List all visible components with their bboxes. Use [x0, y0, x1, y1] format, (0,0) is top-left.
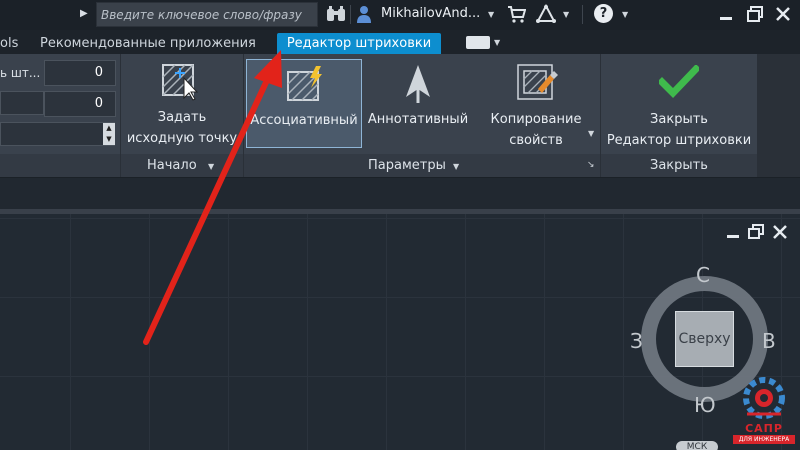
logo-text: САПР — [745, 422, 783, 435]
set-origin-label-2: исходную точку — [126, 131, 238, 146]
ribbon-minimize-toggle[interactable] — [466, 36, 490, 49]
compass-west[interactable]: З — [630, 329, 643, 353]
close-icon[interactable] — [774, 5, 792, 23]
title-bar: ▶ Введите ключевое слово/фразу Mikhailov… — [0, 0, 800, 30]
annotative-button[interactable]: Аннотативный — [364, 59, 472, 148]
annotative-icon — [406, 65, 430, 103]
match-properties-label-1: Копирование — [490, 112, 582, 127]
associative-label: Ассоциативный — [250, 113, 358, 128]
compass-east[interactable]: В — [762, 329, 776, 353]
chevron-down-icon[interactable]: ▼ — [588, 129, 594, 138]
set-origin-label-1: Задать — [157, 110, 207, 125]
chevron-down-icon[interactable]: ▼ — [453, 162, 459, 171]
logo-subtext: ДЛЯ ИНЖЕНЕРА — [733, 435, 795, 444]
close-hatch-editor-button[interactable]: Закрыть Редактор штриховки — [602, 59, 756, 148]
tab-tools[interactable]: ols — [0, 33, 18, 54]
help-icon[interactable]: ? — [594, 4, 613, 23]
hatch-spacing-field[interactable] — [0, 122, 115, 146]
set-origin-icon — [162, 64, 199, 101]
close-panel-label: Закрыть — [650, 158, 708, 173]
tab-recommended-apps[interactable]: Рекомендованные приложения — [40, 33, 256, 54]
viewport-minimize-icon[interactable] — [726, 226, 740, 240]
hatch-field-left[interactable] — [0, 91, 44, 115]
a360-icon[interactable] — [536, 4, 556, 24]
viewport-restore-icon[interactable] — [748, 224, 764, 240]
compass-north[interactable]: С — [696, 263, 710, 287]
chevron-down-icon[interactable]: ▼ — [488, 10, 494, 19]
checkmark-icon — [659, 65, 699, 99]
ribbon-empty-area — [757, 54, 800, 177]
toolbar-separator — [350, 5, 351, 24]
binoculars-icon[interactable] — [326, 6, 346, 22]
search-expand-arrow-icon[interactable]: ▶ — [80, 8, 88, 19]
hatch-angle-field[interactable]: 0 — [44, 91, 116, 117]
associative-icon — [287, 66, 322, 101]
search-placeholder: Введите ключевое слово/фразу — [101, 8, 302, 22]
chevron-down-icon[interactable]: ▼ — [494, 38, 500, 47]
spinner-control[interactable]: ▲ ▼ — [103, 123, 115, 145]
user-icon[interactable] — [356, 5, 372, 23]
ribbon-tab-strip: ols Рекомендованные приложения Редактор … — [0, 30, 800, 54]
annotative-label: Аннотативный — [367, 112, 469, 127]
close-label-1: Закрыть — [650, 112, 708, 127]
origin-panel-label[interactable]: Начало — [147, 158, 197, 173]
viewcube-top-face[interactable]: Сверху — [675, 311, 734, 367]
file-tab-bar — [0, 177, 800, 211]
hatch-scale-field[interactable]: 0 — [44, 60, 116, 86]
associative-button[interactable]: Ассоциативный — [246, 59, 362, 148]
chevron-down-icon[interactable]: ▼ — [208, 162, 214, 171]
chevron-down-icon[interactable]: ▼ — [622, 10, 628, 19]
hatch-scale-label: ь шт... — [0, 66, 41, 80]
tab-hatch-editor[interactable]: Редактор штриховки — [277, 33, 441, 54]
close-label-2: Редактор штриховки — [606, 133, 752, 148]
match-properties-icon — [517, 64, 558, 100]
search-input[interactable]: Введите ключевое слово/фразу — [96, 2, 318, 27]
compass-south[interactable]: Ю — [694, 393, 716, 417]
set-origin-button[interactable]: Задать исходную точку — [122, 58, 242, 150]
options-panel-label[interactable]: Параметры — [368, 158, 446, 173]
dialog-launcher-icon[interactable]: ↘ — [587, 160, 595, 170]
match-properties-label-2: свойств — [509, 133, 563, 148]
ribbon-panel-area: ь шт... 0 0 ▲ ▼ Задать исходную точку Нач… — [0, 54, 800, 177]
minimize-icon[interactable] — [718, 6, 734, 22]
toolbar-separator — [582, 5, 583, 24]
match-properties-button[interactable]: Копирование свойств ▼ — [476, 59, 598, 148]
cart-icon[interactable] — [508, 6, 526, 23]
user-name[interactable]: MikhailovAnd... — [381, 6, 480, 21]
wcs-menu[interactable]: МСК — [676, 441, 718, 450]
viewport-close-icon[interactable] — [772, 224, 788, 240]
panel-label-row — [0, 154, 120, 177]
chevron-down-icon[interactable]: ▼ — [563, 10, 569, 19]
restore-icon[interactable] — [746, 5, 764, 23]
